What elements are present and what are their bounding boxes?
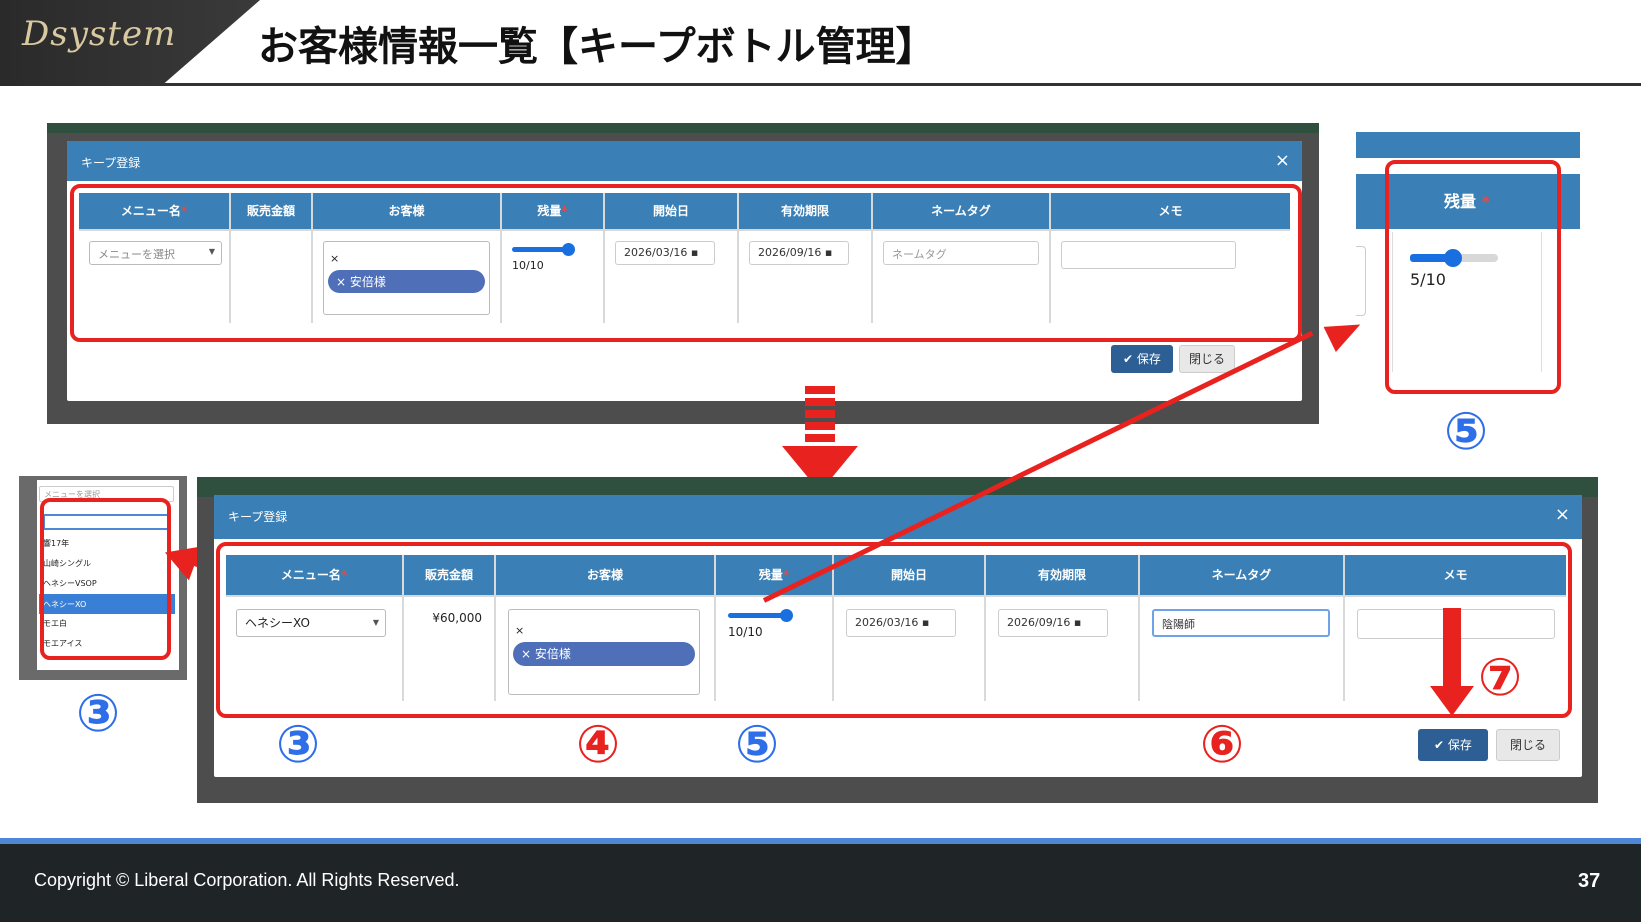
modal-title: キープ登録 bbox=[228, 510, 288, 524]
step-marker-7: ⑦ bbox=[1478, 648, 1523, 708]
highlight-dropdown bbox=[40, 498, 171, 660]
close-button[interactable]: 閉じる bbox=[1179, 345, 1235, 373]
down-arrow-shaft bbox=[805, 386, 835, 446]
app-top-strip bbox=[47, 123, 1319, 133]
save-arrow-head bbox=[1430, 686, 1474, 716]
save-button[interactable]: ✔ 保存 bbox=[1111, 345, 1173, 373]
header-divider bbox=[160, 83, 1641, 86]
save-arrow-shaft bbox=[1443, 608, 1461, 688]
close-icon[interactable]: × bbox=[1275, 150, 1290, 171]
close-button[interactable]: 閉じる bbox=[1496, 729, 1560, 761]
step-marker-3: ③ bbox=[276, 715, 321, 775]
step-marker-4: ④ bbox=[576, 715, 621, 775]
logo: Dsystem bbox=[22, 14, 177, 54]
step-marker-5: ⑤ bbox=[735, 715, 780, 775]
step-marker-5-top: ⑤ bbox=[1444, 402, 1489, 462]
zoom-left-edge bbox=[1356, 246, 1366, 316]
highlight-top-form bbox=[70, 184, 1302, 342]
step-marker-3-left: ③ bbox=[76, 684, 121, 744]
modal-header: キープ登録 × bbox=[67, 141, 1302, 181]
close-icon[interactable]: × bbox=[1555, 504, 1570, 525]
page-number: 37 bbox=[1578, 870, 1601, 892]
step-marker-6: ⑥ bbox=[1200, 715, 1245, 775]
app-top-strip bbox=[197, 477, 1598, 497]
save-button[interactable]: ✔ 保存 bbox=[1418, 729, 1488, 761]
zoom-header-strip bbox=[1356, 132, 1580, 158]
modal-title: キープ登録 bbox=[81, 156, 141, 170]
page-title: お客様情報一覧【キープボトル管理】 bbox=[258, 24, 936, 70]
copyright-text: Copyright © Liberal Corporation. All Rig… bbox=[34, 870, 460, 890]
highlight-zoom-remaining bbox=[1385, 160, 1561, 394]
highlight-bottom-form bbox=[216, 542, 1572, 718]
